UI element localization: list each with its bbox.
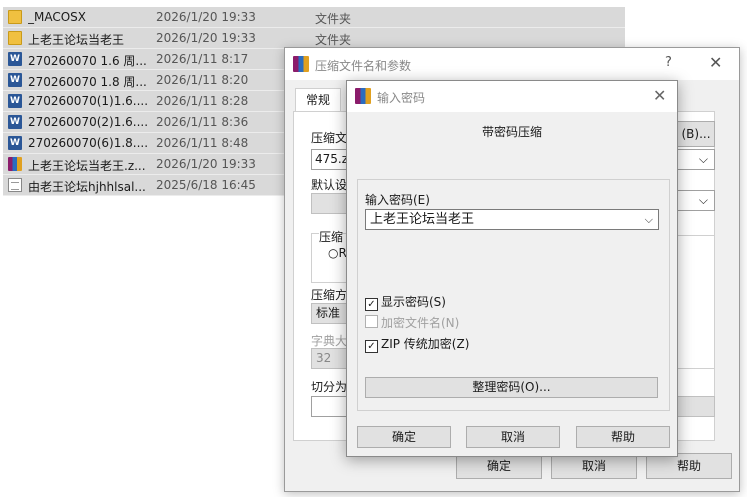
show-password-checkbox[interactable]: ✓ 显示密码(S) — [365, 293, 446, 311]
update-mode-dropdown[interactable]: ⌵ — [677, 190, 715, 211]
winrar-icon — [293, 56, 309, 72]
password-dialog-titlebar[interactable]: 输入密码 ✕ — [347, 81, 677, 112]
file-date: 2026/1/20 19:33 — [156, 157, 256, 171]
word-doc-icon: W — [8, 73, 22, 87]
file-date: 2026/1/11 8:48 — [156, 136, 249, 150]
encrypt-filenames-checkbox: 加密文件名(N) — [365, 314, 459, 331]
checkbox-checked-icon: ✓ — [365, 298, 378, 311]
organize-passwords-button[interactable]: 整理密码(O)... — [365, 377, 658, 398]
method-dropdown[interactable]: 标准 — [311, 303, 349, 324]
file-date: 2026/1/11 8:28 — [156, 94, 249, 108]
archive-dialog-title: 压缩文件名和参数 — [315, 59, 412, 73]
archive-name-label: 压缩文 — [311, 131, 348, 145]
split-label: 切分为 — [311, 380, 348, 394]
file-name: 270260070 1.6 周... — [28, 54, 147, 68]
default-profile-label: 默认设 — [311, 178, 348, 192]
file-date: 2026/1/20 19:33 — [156, 10, 256, 24]
format-radio-rar[interactable]: ○R — [328, 246, 347, 260]
file-name: 270260070(2)1.6.... — [28, 115, 148, 129]
file-name: 270260070(6)1.8.... — [28, 136, 148, 150]
help-icon[interactable]: ? — [665, 55, 672, 70]
password-cancel-button[interactable]: 取消 — [466, 426, 560, 448]
show-password-label: 显示密码(S) — [381, 295, 446, 309]
file-date: 2026/1/20 19:33 — [156, 31, 256, 45]
password-heading: 带密码压缩 — [481, 125, 542, 139]
password-help-button[interactable]: 帮助 — [576, 426, 670, 448]
archive-dialog-titlebar[interactable]: 压缩文件名和参数 ? ✕ — [285, 48, 739, 80]
archive-name-dropdown[interactable]: ⌵ — [677, 149, 715, 170]
file-name: 上老王论坛当老王.z... — [28, 159, 146, 173]
word-doc-icon: W — [8, 136, 22, 150]
file-type: 文件夹 — [315, 12, 352, 26]
encrypt-filenames-label: 加密文件名(N) — [381, 316, 460, 330]
checkbox-checked-icon: ✓ — [365, 340, 378, 353]
file-date: 2025/6/18 16:45 — [156, 178, 256, 192]
chevron-down-icon: ⌵ — [698, 193, 708, 207]
folder-icon — [8, 31, 22, 45]
file-date: 2026/1/11 8:20 — [156, 73, 249, 87]
password-dialog: 输入密码 ✕ 带密码压缩 输入密码(E) 上老王论坛当老王 ⌵ ✓ 显示密码(S)… — [346, 80, 678, 457]
file-name: 270260070 1.8 周... — [28, 75, 147, 89]
word-doc-icon: W — [8, 52, 22, 66]
profiles-button[interactable] — [311, 193, 349, 214]
dict-size-label: 字典大 — [311, 334, 348, 348]
chevron-down-icon[interactable]: ⌵ — [645, 210, 653, 229]
dict-size-dropdown[interactable]: 32 — [311, 348, 349, 369]
file-name: 上老王论坛当老王 — [28, 33, 125, 47]
method-label: 压缩方 — [311, 288, 348, 302]
folder-icon — [8, 10, 22, 24]
password-ok-button[interactable]: 确定 — [357, 426, 451, 448]
browse-button[interactable]: (B)... — [677, 121, 715, 147]
file-date: 2026/1/11 8:17 — [156, 52, 249, 66]
close-icon[interactable]: ✕ — [653, 86, 666, 105]
password-dialog-title: 输入密码 — [377, 91, 426, 105]
file-name: _MACOSX — [28, 10, 87, 24]
file-row[interactable]: 上老王论坛当老王 2026/1/20 19:33 文件夹 — [3, 28, 625, 49]
file-row[interactable]: _MACOSX 2026/1/20 19:33 文件夹 — [3, 7, 625, 28]
checkbox-unchecked-icon — [365, 315, 378, 328]
file-name: 270260070(1)1.6.... — [28, 94, 148, 108]
password-input[interactable]: 上老王论坛当老王 ⌵ — [365, 209, 659, 230]
set-password-button[interactable] — [677, 396, 715, 417]
word-doc-icon: W — [8, 94, 22, 108]
file-date: 2026/1/11 8:36 — [156, 115, 249, 129]
password-label: 输入密码(E) — [365, 193, 430, 207]
password-value: 上老王论坛当老王 — [370, 212, 475, 227]
file-name: 由老王论坛hjhhlsal... — [28, 180, 146, 194]
file-type: 文件夹 — [315, 33, 352, 47]
word-doc-icon: W — [8, 115, 22, 129]
archive-name-field[interactable]: 475.zip — [311, 149, 351, 170]
tab-general[interactable]: 常规 — [295, 88, 341, 112]
close-icon[interactable]: ✕ — [709, 53, 722, 72]
zip-legacy-encryption-checkbox[interactable]: ✓ ZIP 传统加密(Z) — [365, 335, 469, 353]
format-label: 压缩 — [319, 228, 344, 245]
split-volume-field[interactable] — [311, 396, 349, 417]
text-file-icon — [8, 178, 22, 192]
winrar-icon — [355, 88, 371, 104]
chevron-down-icon: ⌵ — [698, 152, 708, 166]
winrar-archive-icon — [8, 157, 22, 171]
options-box — [677, 235, 715, 369]
zip-legacy-label: ZIP 传统加密(Z) — [381, 337, 470, 351]
